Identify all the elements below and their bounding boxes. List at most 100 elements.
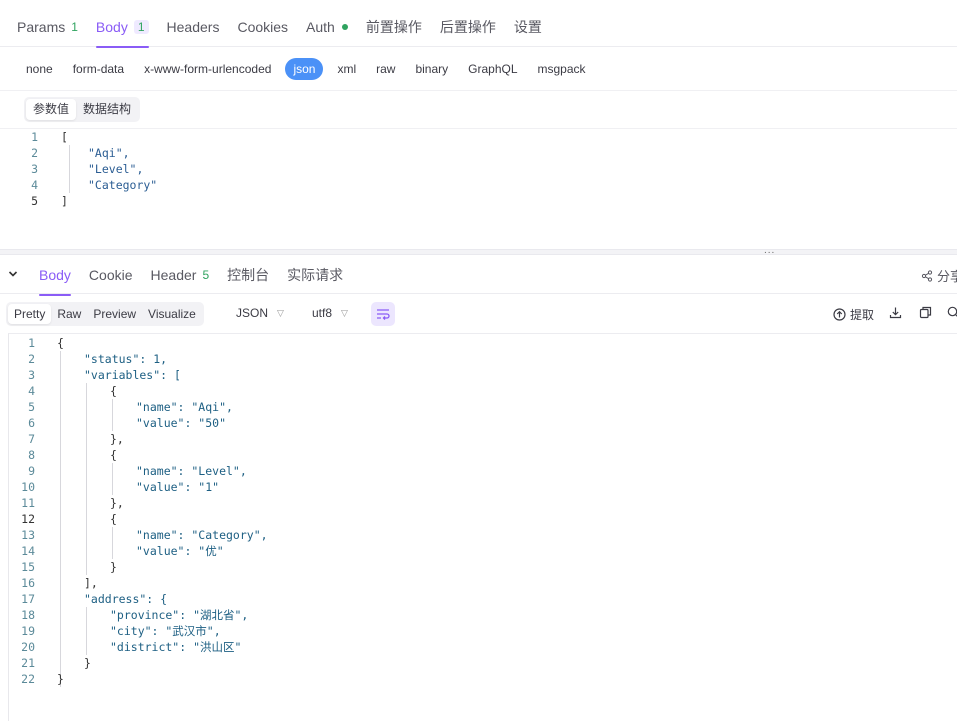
tab-cookies[interactable]: Cookies <box>228 7 297 47</box>
code-line: { <box>57 336 64 350</box>
tab-console[interactable]: 控制台 <box>218 255 278 295</box>
tab-settings[interactable]: 设置 <box>505 7 551 47</box>
code-line: "address": { <box>84 592 168 606</box>
line-number: 17 <box>21 592 35 606</box>
code-line: "value": "50" <box>136 416 227 430</box>
indent-guide <box>60 351 61 687</box>
subtab-param-values[interactable]: 参数值 <box>26 99 77 120</box>
line-number: 10 <box>21 480 35 494</box>
line-number: 15 <box>21 560 35 574</box>
line-number: 12 <box>21 512 35 526</box>
tab-actual-request[interactable]: 实际请求 <box>278 255 352 295</box>
tab-label: Auth <box>306 18 335 35</box>
code-line: { <box>110 384 117 398</box>
response-tabs: Body Cookie Header 5 控制台 实际请求 <box>0 255 957 296</box>
body-type-form-data[interactable]: form-data <box>63 58 134 80</box>
tab-label: 设置 <box>513 18 542 35</box>
tab-headers[interactable]: Headers <box>158 7 229 47</box>
code-line: }, <box>110 432 124 446</box>
line-number: 5 <box>31 194 38 208</box>
tab-response-cookie[interactable]: Cookie <box>80 255 142 295</box>
chevron-down-icon: ▽ <box>341 307 348 318</box>
body-type-msgpack[interactable]: msgpack <box>528 58 596 80</box>
extract-icon <box>833 308 846 321</box>
code-line: "name": "Level", <box>136 464 247 478</box>
copy-button[interactable] <box>919 306 932 319</box>
line-number: 5 <box>28 400 35 414</box>
code-line: "city": "武汉市", <box>110 624 221 638</box>
line-number: 22 <box>21 672 35 686</box>
format-select-value: JSON <box>236 306 269 320</box>
line-number: 4 <box>28 384 35 398</box>
code-line: }, <box>110 496 124 510</box>
tab-post-operations[interactable]: 后置操作 <box>431 7 505 47</box>
line-number: 2 <box>28 352 35 366</box>
tab-label: 前置操作 <box>365 18 422 35</box>
view-mode-raw[interactable]: Raw <box>51 304 87 324</box>
view-mode-pretty[interactable]: Pretty <box>8 304 52 324</box>
tab-auth[interactable]: Auth <box>297 7 357 47</box>
tab-label: 后置操作 <box>439 18 496 35</box>
tab-response-header[interactable]: Header 5 <box>142 255 219 295</box>
subtab-data-structure[interactable]: 数据结构 <box>76 99 138 120</box>
body-type-none[interactable]: none <box>16 58 63 80</box>
share-button[interactable]: 分享 <box>921 266 957 285</box>
view-mode-visualize[interactable]: Visualize <box>142 304 202 324</box>
tab-body[interactable]: Body 1 <box>87 7 158 48</box>
line-number: 19 <box>21 624 35 638</box>
body-type-graphql[interactable]: GraphQL <box>458 58 527 80</box>
search-button[interactable] <box>947 306 957 319</box>
view-mode-preview[interactable]: Preview <box>87 304 142 324</box>
indent-guide <box>112 399 113 431</box>
code-line: "name": "Category", <box>136 528 268 542</box>
tab-params[interactable]: Params 1 <box>8 7 87 47</box>
view-mode-selector: Pretty Raw Preview Visualize <box>6 302 204 326</box>
code-line: { <box>110 448 117 462</box>
code-line: "variables": [ <box>84 368 181 382</box>
body-type-urlencoded[interactable]: x-www-form-urlencoded <box>134 58 281 80</box>
code-line: } <box>84 656 91 670</box>
tab-label: Cookie <box>88 266 133 283</box>
body-type-raw[interactable]: raw <box>366 58 405 80</box>
extract-label: 提取 <box>850 308 875 322</box>
code-line: "status": 1, <box>84 352 168 366</box>
divider <box>0 90 957 91</box>
tab-label: 控制台 <box>227 266 270 283</box>
collapse-chevron-icon[interactable] <box>8 268 24 282</box>
line-number: 8 <box>28 448 35 462</box>
extract-button[interactable]: 提取 <box>833 306 874 323</box>
download-button[interactable] <box>889 306 902 319</box>
code-line: { <box>110 512 117 526</box>
encoding-select[interactable]: utf8 ▽ <box>312 306 348 320</box>
line-number: 13 <box>21 528 35 542</box>
tab-response-body[interactable]: Body <box>30 255 80 296</box>
line-number: 9 <box>28 464 35 478</box>
body-type-binary[interactable]: binary <box>405 58 458 80</box>
encoding-select-value: utf8 <box>312 306 333 320</box>
body-count-badge: 1 <box>133 19 149 34</box>
code-line: } <box>110 560 117 574</box>
indent-guide <box>112 463 113 495</box>
body-type-json[interactable]: json <box>285 58 324 80</box>
code-line: } <box>57 672 64 686</box>
download-icon <box>889 307 902 319</box>
share-label: 分享 <box>936 269 957 284</box>
code-line: "value": "1" <box>136 480 220 494</box>
code-line: "value": "优" <box>136 544 224 558</box>
splitter-handle[interactable]: ... <box>764 245 775 256</box>
line-number: 2 <box>31 146 38 160</box>
line-number: 21 <box>21 656 35 670</box>
tab-label: Body <box>39 266 71 283</box>
tab-label: 实际请求 <box>287 266 344 283</box>
search-icon <box>947 306 957 317</box>
format-select[interactable]: JSON ▽ <box>236 306 284 320</box>
params-count-badge: 1 <box>71 19 78 34</box>
line-number: 1 <box>28 336 35 350</box>
tab-pre-operations[interactable]: 前置操作 <box>357 7 431 47</box>
word-wrap-button[interactable] <box>371 302 395 326</box>
response-body-viewer[interactable]: 1 { 2 "status": 1, 3 "variables": [ 4 { … <box>0 335 957 721</box>
tab-label: Params <box>17 18 66 35</box>
chevron-down-icon: ▽ <box>277 307 284 318</box>
request-body-editor[interactable]: 1 [ 2 "Aqi", 3 "Level", 4 "Category" 5 ] <box>0 129 957 249</box>
body-type-xml[interactable]: xml <box>327 58 366 80</box>
